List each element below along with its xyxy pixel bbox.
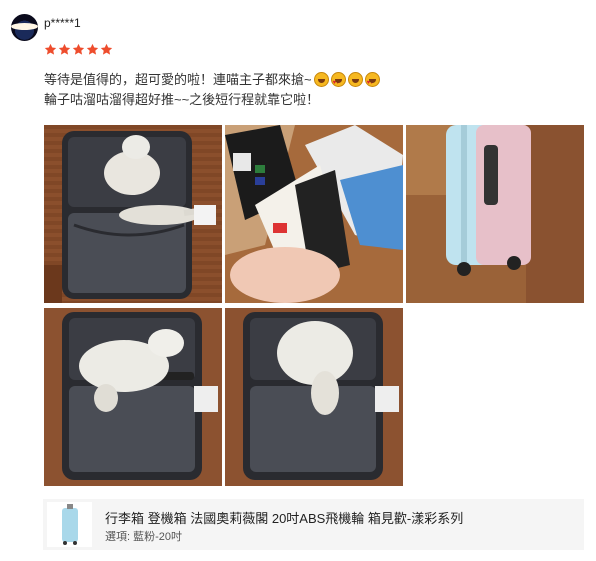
product-review: p*****1 等待是值得的，超可愛的啦！連喵主子都來搶~ 輪子咕溜咕溜得超好推… <box>0 0 596 561</box>
emoji-row <box>313 72 380 93</box>
star-icon <box>58 43 71 55</box>
cat-in-suitcase-photo[interactable] <box>44 125 222 303</box>
star-struck-icon <box>364 72 380 93</box>
product-thumbnail[interactable] <box>47 502 92 547</box>
star-icon <box>86 43 99 55</box>
comment-line-1: 等待是值得的，超可愛的啦！連喵主子都來搶~ <box>44 70 380 93</box>
comment-line-2: 輪子咕溜咕溜得超好推~~之後短行程就靠它啦！ <box>44 92 320 107</box>
cat-in-suitcase-photo-2[interactable] <box>44 308 222 486</box>
cat-in-suitcase-photo-3[interactable] <box>225 308 403 486</box>
product-name[interactable]: 行李箱 登機箱 法國奧莉薇閣 20吋ABS飛機輪 箱見歡-漾彩系列 <box>105 508 463 527</box>
star-icon <box>72 43 85 55</box>
rating-stars <box>44 43 113 56</box>
product-card[interactable]: 行李箱 登機箱 法國奧莉薇閣 20吋ABS飛機輪 箱見歡-漾彩系列 選項: 藍粉… <box>43 499 584 550</box>
star-icon <box>44 43 57 55</box>
avatar[interactable] <box>11 14 38 41</box>
grinning-face-icon <box>347 72 363 87</box>
product-variant: 選項: 藍粉-20吋 <box>105 531 183 543</box>
reviewer-username: p*****1 <box>44 16 81 30</box>
suitcase-side-photo[interactable] <box>406 125 584 303</box>
grinning-face-icon <box>313 72 329 87</box>
product-tags-photo[interactable] <box>225 125 403 303</box>
star-struck-icon <box>330 72 346 93</box>
review-comment: 等待是值得的，超可愛的啦！連喵主子都來搶~ 輪子咕溜咕溜得超好推~~之後短行程就… <box>44 70 380 110</box>
star-icon <box>100 43 113 55</box>
